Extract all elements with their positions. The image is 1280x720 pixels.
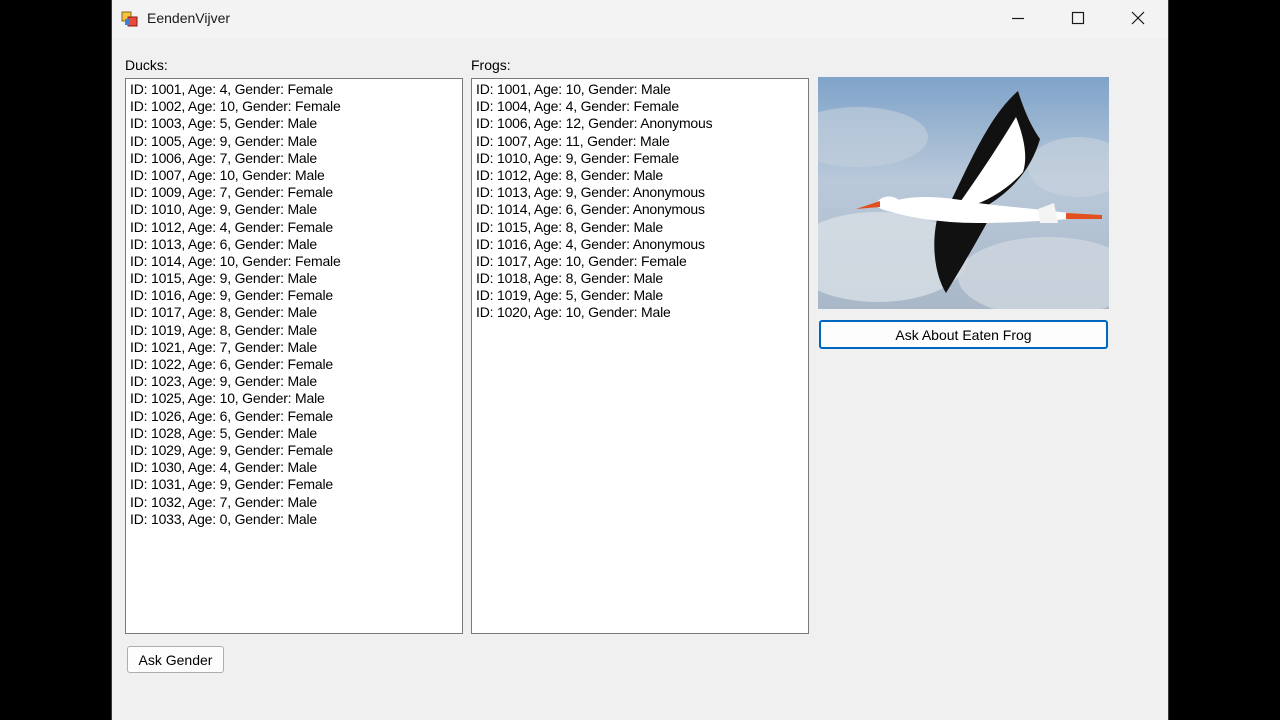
list-item[interactable]: ID: 1002, Age: 10, Gender: Female <box>130 98 462 115</box>
list-item[interactable]: ID: 1013, Age: 9, Gender: Anonymous <box>476 184 808 201</box>
close-icon <box>1131 11 1145 25</box>
list-item[interactable]: ID: 1021, Age: 7, Gender: Male <box>130 339 462 356</box>
list-item[interactable]: ID: 1014, Age: 10, Gender: Female <box>130 253 462 270</box>
list-item[interactable]: ID: 1014, Age: 6, Gender: Anonymous <box>476 201 808 218</box>
ducks-listbox[interactable]: ID: 1001, Age: 4, Gender: Female ID: 1002… <box>125 78 463 634</box>
list-item[interactable]: ID: 1019, Age: 5, Gender: Male <box>476 287 808 304</box>
maximize-icon <box>1071 11 1085 25</box>
list-item[interactable]: ID: 1010, Age: 9, Gender: Female <box>476 150 808 167</box>
list-item[interactable]: ID: 1026, Age: 6, Gender: Female <box>130 408 462 425</box>
list-item[interactable]: ID: 1012, Age: 4, Gender: Female <box>130 219 462 236</box>
list-item[interactable]: ID: 1030, Age: 4, Gender: Male <box>130 459 462 476</box>
list-item[interactable]: ID: 1020, Age: 10, Gender: Male <box>476 304 808 321</box>
list-item[interactable]: ID: 1015, Age: 8, Gender: Male <box>476 219 808 236</box>
frogs-listbox[interactable]: ID: 1001, Age: 10, Gender: Male ID: 1004,… <box>471 78 809 634</box>
maximize-button[interactable] <box>1049 0 1107 36</box>
minimize-icon <box>1012 17 1024 20</box>
list-item[interactable]: ID: 1015, Age: 9, Gender: Male <box>130 270 462 287</box>
title-bar[interactable]: EendenVijver <box>112 0 1168 38</box>
list-item[interactable]: ID: 1016, Age: 9, Gender: Female <box>130 287 462 304</box>
ask-gender-button[interactable]: Ask Gender <box>127 646 224 673</box>
list-item[interactable]: ID: 1009, Age: 7, Gender: Female <box>130 184 462 201</box>
list-item[interactable]: ID: 1018, Age: 8, Gender: Male <box>476 270 808 287</box>
list-item[interactable]: ID: 1006, Age: 7, Gender: Male <box>130 150 462 167</box>
list-item[interactable]: ID: 1001, Age: 4, Gender: Female <box>130 81 462 98</box>
window-title: EendenVijver <box>147 10 231 26</box>
ducks-label: Ducks: <box>125 57 168 73</box>
minimize-button[interactable] <box>989 0 1047 36</box>
list-item[interactable]: ID: 1006, Age: 12, Gender: Anonymous <box>476 115 808 132</box>
list-item[interactable]: ID: 1007, Age: 10, Gender: Male <box>130 167 462 184</box>
app-window: EendenVijver Ducks: ID: 1001, Age: 4, Ge… <box>111 0 1169 720</box>
list-item[interactable]: ID: 1032, Age: 7, Gender: Male <box>130 494 462 511</box>
stork-image <box>818 77 1109 309</box>
list-item[interactable]: ID: 1003, Age: 5, Gender: Male <box>130 115 462 132</box>
list-item[interactable]: ID: 1012, Age: 8, Gender: Male <box>476 167 808 184</box>
list-item[interactable]: ID: 1001, Age: 10, Gender: Male <box>476 81 808 98</box>
list-item[interactable]: ID: 1028, Age: 5, Gender: Male <box>130 425 462 442</box>
list-item[interactable]: ID: 1010, Age: 9, Gender: Male <box>130 201 462 218</box>
frogs-label: Frogs: <box>471 57 511 73</box>
close-button[interactable] <box>1109 0 1167 36</box>
list-item[interactable]: ID: 1017, Age: 8, Gender: Male <box>130 304 462 321</box>
list-item[interactable]: ID: 1007, Age: 11, Gender: Male <box>476 133 808 150</box>
list-item[interactable]: ID: 1033, Age: 0, Gender: Male <box>130 511 462 528</box>
list-item[interactable]: ID: 1022, Age: 6, Gender: Female <box>130 356 462 373</box>
list-item[interactable]: ID: 1016, Age: 4, Gender: Anonymous <box>476 236 808 253</box>
list-item[interactable]: ID: 1013, Age: 6, Gender: Male <box>130 236 462 253</box>
list-item[interactable]: ID: 1029, Age: 9, Gender: Female <box>130 442 462 459</box>
list-item[interactable]: ID: 1023, Age: 9, Gender: Male <box>130 373 462 390</box>
app-form-icon <box>121 11 138 27</box>
ask-about-eaten-frog-button[interactable]: Ask About Eaten Frog <box>819 320 1108 349</box>
list-item[interactable]: ID: 1031, Age: 9, Gender: Female <box>130 476 462 493</box>
list-item[interactable]: ID: 1017, Age: 10, Gender: Female <box>476 253 808 270</box>
list-item[interactable]: ID: 1005, Age: 9, Gender: Male <box>130 133 462 150</box>
list-item[interactable]: ID: 1019, Age: 8, Gender: Male <box>130 322 462 339</box>
list-item[interactable]: ID: 1004, Age: 4, Gender: Female <box>476 98 808 115</box>
list-item[interactable]: ID: 1025, Age: 10, Gender: Male <box>130 390 462 407</box>
